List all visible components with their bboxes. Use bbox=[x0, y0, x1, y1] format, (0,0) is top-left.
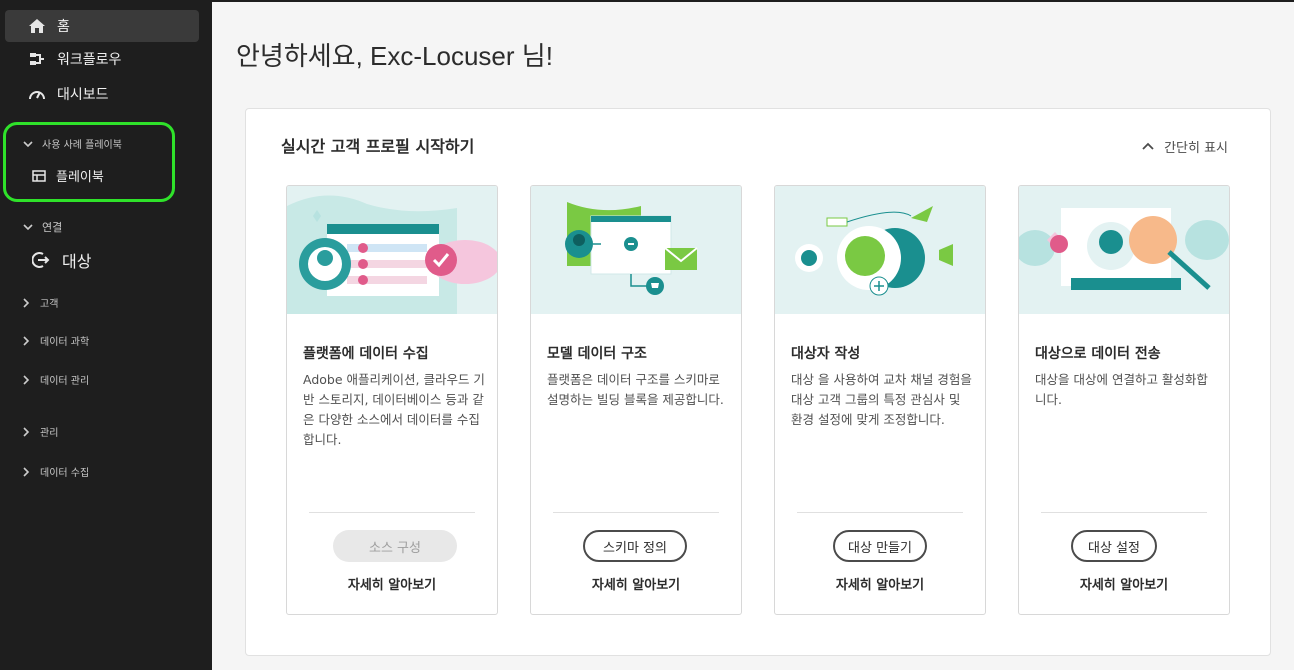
create-audience-button[interactable]: 대상 만들기 bbox=[833, 530, 927, 562]
destination-illustration bbox=[1019, 186, 1229, 314]
playbook-icon bbox=[32, 169, 48, 182]
sidebar-section-connections[interactable]: 연결 bbox=[22, 219, 62, 235]
sidebar-section-use-case-playbooks[interactable]: 사용 사례 플레이북 bbox=[22, 136, 122, 151]
card-divider bbox=[309, 512, 475, 513]
chevron-right-icon bbox=[20, 335, 32, 346]
card-divider bbox=[1041, 512, 1207, 513]
learn-more-link[interactable]: 자세히 알아보기 bbox=[1019, 574, 1229, 593]
chevron-right-icon bbox=[20, 297, 32, 308]
dashboard-icon bbox=[27, 86, 47, 102]
chevron-right-icon bbox=[20, 426, 32, 437]
collapse-toggle[interactable]: 간단히 표시 bbox=[1142, 137, 1228, 156]
card-divider bbox=[553, 512, 719, 513]
sidebar-section-data-collection[interactable]: 데이터 수집 bbox=[20, 464, 89, 479]
collapse-label: 간단히 표시 bbox=[1164, 141, 1228, 156]
sidebar-item-label: 대상 bbox=[62, 252, 92, 271]
sidebar-item-home[interactable]: 홈 bbox=[5, 10, 199, 42]
chevron-down-icon bbox=[22, 140, 34, 148]
home-icon bbox=[27, 18, 47, 34]
chevron-right-icon bbox=[20, 466, 32, 477]
highlight-box bbox=[3, 122, 175, 202]
learn-more-link[interactable]: 자세히 알아보기 bbox=[287, 574, 497, 593]
sidebar-section-administration[interactable]: 관리 bbox=[20, 424, 58, 439]
top-border bbox=[212, 0, 1294, 2]
card-title: 대상으로 데이터 전송 bbox=[1035, 346, 1161, 362]
section-label: 데이터 과학 bbox=[40, 337, 90, 348]
card-send-data: 대상으로 데이터 전송 대상을 대상에 연결하고 활성화합니다. 대상 설정 자… bbox=[1018, 185, 1230, 615]
model-illustration bbox=[531, 186, 741, 314]
getting-started-panel: 실시간 고객 프로필 시작하기 간단히 표시 플랫폼에 데이터 수집 Adobe… bbox=[245, 108, 1271, 656]
sidebar-item-label: 플레이북 bbox=[56, 170, 104, 185]
card-divider bbox=[797, 512, 963, 513]
card-title: 대상자 작성 bbox=[791, 346, 861, 362]
sidebar-item-playbooks[interactable]: 플레이북 bbox=[32, 166, 104, 185]
learn-more-link[interactable]: 자세히 알아보기 bbox=[775, 574, 985, 593]
page-title: 안녕하세요, Exc-Locuser 님! bbox=[236, 41, 553, 71]
destination-icon bbox=[32, 251, 52, 269]
card-description: 플랫폼은 데이터 구조를 스키마로 설명하는 빌딩 블록을 제공합니다. bbox=[547, 372, 724, 407]
workflow-icon bbox=[27, 51, 47, 67]
learn-more-link[interactable]: 자세히 알아보기 bbox=[531, 574, 741, 593]
card-description: 대상을 대상에 연결하고 활성화합니다. bbox=[1035, 372, 1208, 407]
define-schema-button[interactable]: 스키마 정의 bbox=[583, 530, 687, 562]
ingest-illustration bbox=[287, 186, 497, 314]
section-label: 사용 사례 플레이북 bbox=[42, 140, 122, 151]
audience-illustration bbox=[775, 186, 985, 314]
sidebar-item-label: 홈 bbox=[57, 19, 70, 35]
chevron-up-icon bbox=[1142, 140, 1154, 153]
section-label: 연결 bbox=[42, 221, 63, 234]
section-label: 데이터 관리 bbox=[40, 376, 90, 387]
chevron-right-icon bbox=[20, 374, 32, 385]
sidebar-item-dashboards[interactable]: 대시보드 bbox=[5, 78, 199, 110]
sidebar: 홈 워크플로우 대시보드 사용 사례 플레이북 플레이북 연결 대상 고객 데이… bbox=[0, 0, 212, 670]
chevron-down-icon bbox=[22, 223, 34, 231]
card-build-audiences: 대상자 작성 대상 을 사용하여 교차 채널 경험을 대상 고객 그룹의 특정 … bbox=[774, 185, 986, 615]
section-label: 고객 bbox=[40, 299, 59, 310]
section-label: 관리 bbox=[40, 428, 59, 439]
sidebar-section-data-science[interactable]: 데이터 과학 bbox=[20, 333, 89, 348]
sidebar-item-label: 대시보드 bbox=[57, 87, 109, 103]
card-title: 모델 데이터 구조 bbox=[547, 346, 647, 362]
sidebar-section-data-management[interactable]: 데이터 관리 bbox=[20, 372, 89, 387]
sidebar-section-customer[interactable]: 고객 bbox=[20, 295, 58, 310]
configure-destination-button[interactable]: 대상 설정 bbox=[1071, 530, 1157, 562]
sidebar-item-destinations[interactable]: 대상 bbox=[32, 248, 91, 272]
panel-title: 실시간 고객 프로필 시작하기 bbox=[281, 137, 475, 156]
configure-source-button[interactable]: 소스 구성 bbox=[333, 530, 457, 562]
card-model-data: 모델 데이터 구조 플랫폼은 데이터 구조를 스키마로 설명하는 빌딩 블록을 … bbox=[530, 185, 742, 615]
card-description: Adobe 애플리케이션, 클라우드 기반 스토리지, 데이터베이스 등과 같은… bbox=[303, 372, 485, 447]
sidebar-item-label: 워크플로우 bbox=[57, 52, 122, 68]
section-label: 데이터 수집 bbox=[40, 468, 90, 479]
card-title: 플랫폼에 데이터 수집 bbox=[303, 346, 429, 362]
card-description: 대상 을 사용하여 교차 채널 경험을 대상 고객 그룹의 특정 관심사 및 환… bbox=[791, 372, 972, 427]
sidebar-item-workflows[interactable]: 워크플로우 bbox=[5, 43, 199, 75]
card-ingest-data: 플랫폼에 데이터 수집 Adobe 애플리케이션, 클라우드 기반 스토리지, … bbox=[286, 185, 498, 615]
